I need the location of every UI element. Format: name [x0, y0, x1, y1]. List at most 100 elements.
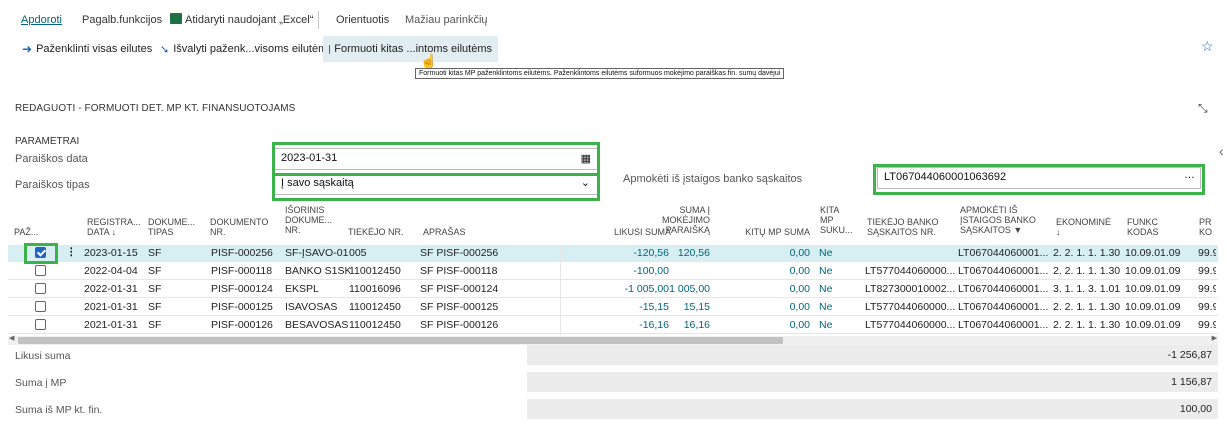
cell-desc: SF PISF-000126: [420, 319, 499, 331]
row-checkbox[interactable]: [35, 319, 46, 330]
row-menu-icon[interactable]: ⋮: [66, 246, 77, 258]
cell-mp-sum: 16,16: [683, 319, 710, 331]
col-economic[interactable]: EKONOMINĖ ↓: [1056, 217, 1111, 237]
col-pay-from-3: SĄSKAITOS: [960, 225, 1011, 235]
col-ext-doc[interactable]: IŠORINIS DOKUME... NR.: [285, 205, 332, 235]
cell-ext: EKSPL: [285, 283, 319, 295]
pin-icon[interactable]: ☆: [1201, 38, 1214, 55]
nav-pagalb-funkcijos[interactable]: Pagalb.funkcijos: [82, 14, 162, 26]
total-remaining-value: -1 256,87: [527, 345, 1218, 365]
cell-created: Ne: [819, 319, 833, 331]
tooltip: Formuoti kitas MP paženklintoms eilutėms…: [415, 68, 785, 79]
cell-vendor: 110016096: [349, 283, 401, 295]
col-vendor[interactable]: TIEKĖJO NR.: [348, 227, 404, 237]
row-checkbox[interactable]: [35, 301, 46, 312]
cell-ext: ISAVOSAS: [285, 301, 338, 313]
nav-open-excel[interactable]: Atidaryti naudojant „Excel“: [185, 14, 313, 26]
cell-date: 2022-04-04: [84, 265, 138, 277]
type-label: Paraiškos tipas: [15, 179, 90, 191]
row-checkbox[interactable]: [35, 283, 46, 294]
col-desc[interactable]: APRAŠAS: [423, 227, 466, 237]
nav-less-options[interactable]: Mažiau parinkčių: [405, 14, 488, 26]
cell-vbank: LT827300010002...: [865, 283, 956, 295]
cell-from: LT067044060001...: [958, 283, 1049, 295]
col-paz[interactable]: PAŽ...: [14, 227, 38, 237]
cell-created: Ne: [819, 283, 833, 295]
col-doc-no-2: NR.: [210, 227, 226, 237]
total-other-value: 100,00: [527, 399, 1218, 419]
row-checkbox[interactable]: [35, 265, 46, 276]
cell-mp-sum: 1 005,00: [669, 283, 710, 295]
cell-doc[interactable]: PISF-000126: [211, 319, 273, 331]
cell-pr: 99.9: [1198, 265, 1216, 277]
cell-doc[interactable]: PISF-000118: [211, 265, 272, 277]
table-row[interactable]: 2022-04-04 SF PISF-000118 BANKO S1SK 110…: [8, 263, 1218, 280]
cell-vbank: LT577044060000...: [865, 265, 956, 277]
horizontal-scrollbar[interactable]: ◀ ▶: [8, 334, 1218, 345]
col-pay-from-1: APMOKĖTI IŠ: [960, 205, 1018, 215]
chevron-left-icon[interactable]: ‹: [1219, 143, 1224, 159]
cell-func: 10.09.01.09: [1125, 319, 1181, 331]
cell-date: 2021-01-31: [84, 301, 138, 313]
cell-econ: 2. 2. 1. 1. 1.30: [1053, 265, 1121, 277]
col-reg-date[interactable]: REGISTRA... DATA ↓: [87, 217, 141, 237]
col-other-mp-created[interactable]: KITA MP SUKU...: [820, 205, 853, 235]
col-pr[interactable]: PR KO: [1199, 217, 1212, 237]
cell-date: 2023-01-15: [84, 247, 138, 259]
col-pr-2: KO: [1199, 227, 1213, 237]
cell-other: 0,00: [789, 301, 810, 313]
cell-type: SF: [148, 283, 162, 295]
scroll-right-icon[interactable]: ▶: [1212, 334, 1217, 342]
cell-doc[interactable]: PISF-000256: [211, 247, 273, 259]
cell-from: LT067044060001...: [958, 301, 1049, 313]
col-economic-2: ↓: [1056, 227, 1061, 237]
col-other-mp[interactable]: KITŲ MP SUMA: [738, 227, 810, 237]
col-mp-sum-2: MOKĖJIMO: [661, 215, 710, 225]
col-doc-no-1: DOKUMENTO: [210, 217, 269, 227]
cell-type: SF: [148, 265, 162, 277]
cell-vbank: LT577044060000...: [865, 301, 956, 313]
col-doc-type[interactable]: DOKUME... TIPAS: [148, 217, 195, 237]
cell-doc[interactable]: PISF-000124: [211, 283, 273, 295]
col-ext-doc-2: DOKUME...: [285, 215, 333, 225]
col-created-1: KITA: [820, 205, 840, 215]
scroll-left-icon[interactable]: ◀: [9, 334, 14, 342]
total-remaining-label: Likusi suma: [15, 350, 71, 362]
col-pay-from[interactable]: APMOKĖTI IŠ ĮSTAIGOS BANKO SĄSKAITOS ▼: [960, 205, 1036, 235]
cell-from: LT067044060001...: [958, 319, 1049, 331]
col-created-3: SUKU...: [820, 225, 853, 235]
table-row[interactable]: 2021-01-31 SF PISF-000126 BESAVOSAS 1100…: [8, 317, 1218, 334]
nav-apdoroti[interactable]: Apdoroti: [21, 14, 62, 26]
table-row[interactable]: 2022-01-31 SF PISF-000124 EKSPL 11001609…: [8, 281, 1218, 298]
cell-pr: 99.9: [1198, 301, 1216, 313]
table-row[interactable]: ⋮ 2023-01-15 SF PISF-000256 SF-ĮSAVO-01 …: [8, 245, 1218, 262]
form-other-label: Formuoti kitas ...intoms eilutėms: [334, 43, 492, 55]
cell-econ: 2. 2. 1. 1. 1.30: [1053, 301, 1121, 313]
cell-doc[interactable]: PISF-000125: [211, 301, 273, 313]
cell-ext: BESAVOSAS: [285, 319, 349, 331]
filter-icon[interactable]: ▼: [1013, 225, 1022, 235]
clear-marks-button[interactable]: ➘ Išvalyti paženk...visoms eilutėms: [154, 36, 339, 62]
cell-other: 0,00: [789, 283, 810, 295]
scrollbar-thumb[interactable]: [18, 337, 783, 344]
col-reg-date-2: DATA ↓: [87, 227, 117, 237]
highlight-checkbox: [24, 243, 58, 264]
col-mp-sum[interactable]: SUMA Į MOKĖJIMO PARAIŠKĄ: [650, 205, 710, 235]
clear-marks-label: Išvalyti paženk...visoms eilutėms: [173, 43, 333, 55]
form-other-button[interactable]: Formuoti kitas ...intoms eilutėms: [323, 36, 498, 62]
col-vendor-bank[interactable]: TIEKĖJO BANKO SĄSKAITOS NR.: [867, 217, 939, 237]
cell-desc: SF PISF-000124: [420, 283, 499, 295]
col-doc-no[interactable]: DOKUMENTO NR.: [210, 217, 268, 237]
cell-desc: SF PISF-000118: [420, 265, 498, 277]
nav-orientuotis[interactable]: Orientuotis: [336, 14, 389, 26]
excel-icon: [170, 13, 182, 24]
table-row[interactable]: 2021-01-31 SF PISF-000125 ISAVOSAS 11001…: [8, 299, 1218, 316]
mark-all-button[interactable]: ➜ Paženklinti visas eilutes: [16, 36, 158, 62]
cell-type: SF: [148, 247, 162, 259]
col-func[interactable]: FUNKC KODAS: [1127, 217, 1159, 237]
cell-from: LT067044060001...: [958, 265, 1049, 277]
cell-ext: SF-ĮSAVO-01: [285, 247, 349, 259]
collapse-icon[interactable]: ⤡: [1198, 101, 1208, 116]
col-doc-type-2: TIPAS: [148, 227, 174, 237]
cell-vendor: 110012450: [349, 319, 401, 331]
